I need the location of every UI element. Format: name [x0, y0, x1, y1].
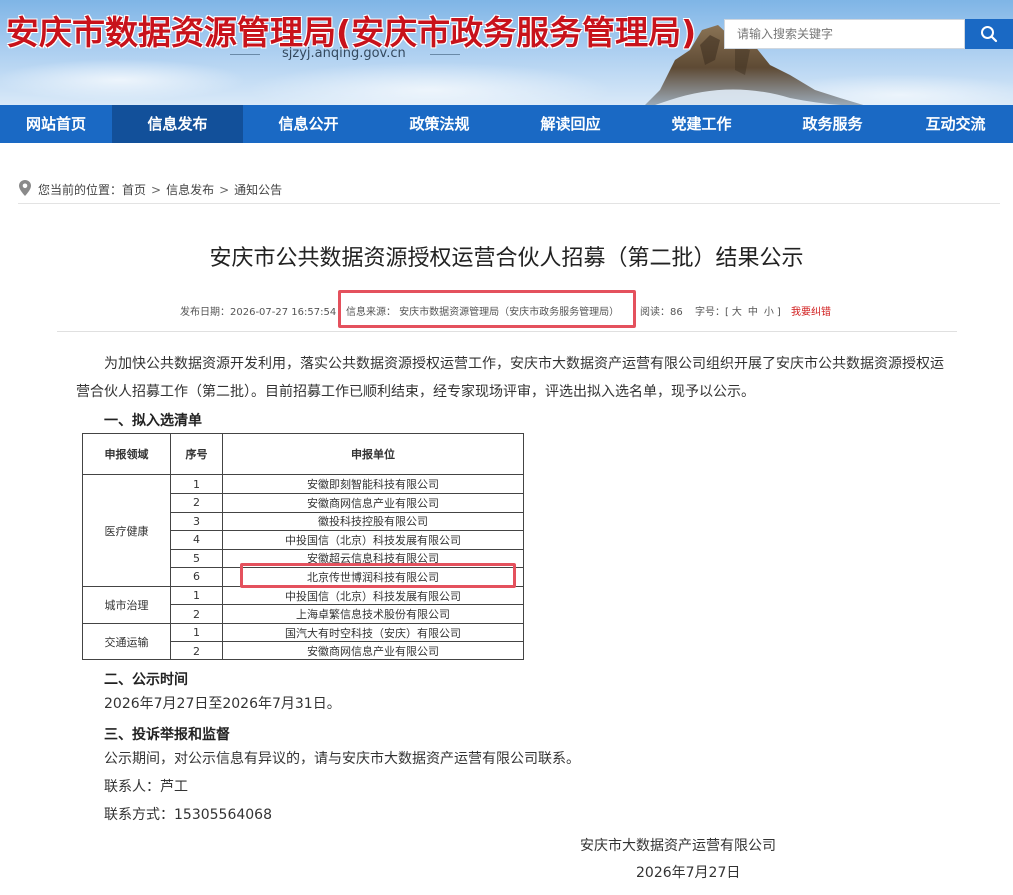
search-input[interactable]: [724, 19, 965, 49]
breadcrumb-separator: >: [151, 182, 162, 197]
table-header-unit: 申报单位: [351, 448, 395, 461]
font-size-medium-link[interactable]: 中: [748, 307, 758, 318]
font-size-end: ]: [776, 307, 781, 318]
nav-item-interpretation[interactable]: 解读回应: [505, 105, 636, 143]
contact-phone: 联系方式：15305564068: [104, 807, 272, 823]
location-pin-icon: [19, 179, 31, 196]
section-heading-candidates: 一、拟入选清单: [104, 413, 202, 429]
table-header-index: 序号: [185, 448, 208, 461]
table-domain-cell: 医疗健康: [104, 524, 149, 538]
font-size-selector: 字号：[大中小]: [695, 303, 781, 318]
table-index-cell: 1: [193, 589, 200, 602]
row-highlight-box: [240, 563, 516, 588]
table-index-cell: 3: [193, 514, 200, 528]
publicity-period: 2026年7月27日至2026年7月31日。: [104, 696, 341, 712]
search-button[interactable]: [965, 19, 1013, 49]
breadcrumb-prefix: 您当前的位置：: [38, 183, 123, 197]
search-icon: [981, 26, 998, 43]
font-size-label: 字号：[: [695, 307, 729, 318]
nav-item-party-building[interactable]: 党建工作: [636, 105, 767, 143]
nav-item-interaction[interactable]: 互动交流: [898, 105, 1013, 143]
table-index-cell: 1: [193, 626, 200, 639]
nav-item-home[interactable]: 网站首页: [0, 105, 112, 143]
breadcrumb: 您当前的位置： 首页 > 信息发布 > 通知公告: [18, 176, 1000, 204]
breadcrumb-notices-link[interactable]: 通知公告: [234, 181, 282, 198]
read-count: 阅读：86: [640, 307, 683, 318]
table-unit-cell: 上海卓繁信息技术股份有限公司: [296, 608, 450, 621]
candidate-table: 申报领域 序号 申报单位 医疗健康 1 安徽即刻智能科技有限公司 2 安徽商网信…: [82, 433, 524, 660]
table-index-cell: 5: [193, 551, 200, 565]
table-unit-cell: 安徽商网信息产业有限公司: [307, 645, 439, 658]
section-heading-complaints: 三、投诉举报和监督: [104, 727, 230, 743]
contact-person: 联系人：芦工: [104, 779, 188, 795]
nav-item-info-disclosure[interactable]: 信息公开: [243, 105, 374, 143]
complaint-text: 公示期间，对公示信息有异议的，请与安庆市大数据资产运营有限公司联系。: [104, 751, 580, 767]
article-title: 安庆市公共数据资源授权运营合伙人招募（第二批）结果公示: [209, 246, 804, 271]
nav-item-gov-services[interactable]: 政务服务: [767, 105, 898, 143]
table-index-cell: 2: [193, 644, 200, 658]
font-size-large-link[interactable]: 大: [732, 307, 742, 318]
breadcrumb-info-release-link[interactable]: 信息发布: [166, 181, 214, 198]
divider: [230, 54, 260, 55]
site-header: 安庆市数据资源管理局(安庆市政务服务管理局) sjzyj.anqing.gov.…: [0, 0, 1013, 105]
table-index-cell: 4: [193, 533, 200, 546]
publish-date: 发布日期：2026-07-27 16:57:54: [180, 307, 337, 318]
site-domain: sjzyj.anqing.gov.cn: [282, 46, 406, 61]
source-highlight-box: [338, 290, 636, 328]
nav-item-policies[interactable]: 政策法规: [374, 105, 505, 143]
table-domain-cell: 城市治理: [104, 599, 149, 612]
table-unit-cell: 中投国信（北京）科技发展有限公司: [285, 589, 461, 603]
divider: [430, 54, 460, 55]
table-index-cell: 6: [193, 570, 200, 583]
table-header-domain: 申报领域: [104, 448, 149, 461]
search-box: [724, 19, 1013, 49]
table-index-cell: 2: [193, 607, 200, 621]
table-index-cell: 2: [193, 496, 200, 509]
table-unit-cell: 徽投科技控股有限公司: [318, 515, 428, 528]
table-unit-cell: 安徽即刻智能科技有限公司: [307, 478, 439, 491]
main-nav: 网站首页 信息发布 信息公开 政策法规 解读回应 党建工作 政务服务 互动交流: [0, 105, 1013, 143]
intro-paragraph-line-1: 为加快公共数据资源开发利用，落实公共数据资源授权运营工作，安庆市大数据资产运营有…: [104, 356, 944, 372]
table-unit-cell: 安徽商网信息产业有限公司: [307, 496, 439, 510]
table-unit-cell: 国汽大有时空科技（安庆）有限公司: [285, 626, 461, 640]
table-domain-cell: 交通运输: [104, 636, 149, 649]
font-size-small-link[interactable]: 小: [764, 307, 774, 318]
intro-paragraph-line-2: 营合伙人招募工作（第二批）。目前招募工作已顺利结束，经专家现场评审，评选出拟入选…: [76, 384, 755, 400]
breadcrumb-separator: >: [219, 182, 230, 197]
table-index-cell: 1: [193, 477, 200, 491]
signer-organization: 安庆市大数据资产运营有限公司: [580, 838, 776, 854]
section-heading-period: 二、公示时间: [104, 672, 188, 688]
breadcrumb-home-link[interactable]: 首页: [122, 181, 146, 198]
report-error-link[interactable]: 我要纠错: [791, 303, 831, 318]
sign-date: 2026年7月27日: [636, 865, 741, 881]
table-unit-cell: 中投国信（北京）科技发展有限公司: [285, 533, 461, 547]
divider: [57, 331, 957, 332]
site-domain-row: sjzyj.anqing.gov.cn: [230, 46, 550, 62]
nav-item-info-release[interactable]: 信息发布: [112, 105, 243, 143]
